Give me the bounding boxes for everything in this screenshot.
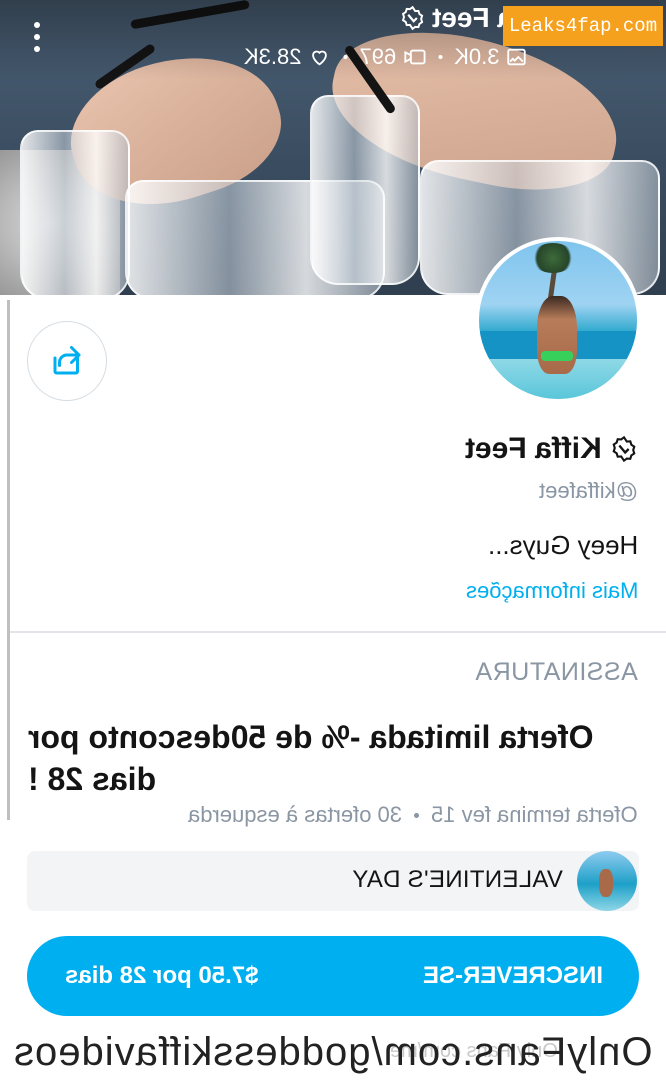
promo-avatar bbox=[577, 851, 637, 911]
watermark-logo: Leaks4fap.com bbox=[503, 6, 663, 46]
subscribe-button[interactable]: INSCREVER-SE $7.50 por 28 dias bbox=[27, 936, 639, 1016]
photos-count: 3.0K bbox=[454, 44, 500, 69]
more-options-icon[interactable] bbox=[30, 22, 44, 52]
video-icon bbox=[404, 49, 426, 65]
offers-left: 30 ofertas à esquerda bbox=[188, 802, 403, 827]
footer-url: OnlyFans.com/goddesskiffavideos bbox=[0, 1030, 666, 1075]
verified-icon bbox=[402, 5, 424, 31]
offer-title-text: Oferta limitada -% de 50desconto por dia… bbox=[28, 719, 594, 797]
section-divider bbox=[10, 631, 666, 633]
offer-ends: Oferta termina fev 15 bbox=[431, 802, 638, 827]
profile-avatar[interactable] bbox=[475, 237, 641, 403]
subscribe-price: $7.50 por 28 dias bbox=[65, 962, 259, 989]
promo-banner[interactable]: VALENTINE'S DAY bbox=[27, 851, 639, 911]
offer-title: Oferta limitada -% de 50desconto por dia… bbox=[28, 716, 638, 800]
subscription-section-title: ASSINATURA bbox=[475, 658, 638, 686]
heart-icon bbox=[312, 50, 327, 66]
profile-bio: Heey Guys... bbox=[487, 530, 638, 560]
image-icon bbox=[507, 48, 526, 66]
cover-stats: 3.0K 697 28.3K bbox=[244, 42, 527, 72]
scrollbar[interactable] bbox=[7, 300, 10, 820]
subscribe-label: INSCREVER-SE bbox=[422, 962, 603, 989]
likes-count: 28.3K bbox=[244, 44, 302, 69]
videos-stat: 697 bbox=[360, 44, 427, 70]
photos-stat: 3.0K bbox=[454, 44, 527, 70]
verified-icon bbox=[612, 435, 636, 463]
videos-count: 697 bbox=[359, 44, 397, 69]
profile-handle: @kiffafeet bbox=[539, 478, 638, 503]
promo-label: VALENTINE'S DAY bbox=[352, 866, 563, 893]
profile-name-text: Kiffa Feet bbox=[465, 432, 602, 465]
cover-heel-1 bbox=[20, 130, 130, 295]
footer-url-text: OnlyFans.com/goddesskiffavideos bbox=[13, 1030, 653, 1074]
share-icon bbox=[53, 346, 81, 375]
more-info-link[interactable]: Mais informações bbox=[466, 578, 638, 604]
share-button[interactable] bbox=[27, 321, 107, 401]
profile-name: Kiffa Feet bbox=[465, 432, 638, 466]
cover-heel-3 bbox=[310, 95, 420, 285]
likes-stat: 28.3K bbox=[244, 44, 332, 70]
offer-meta: 30 ofertas à esquerda Oferta termina fev… bbox=[188, 802, 638, 828]
